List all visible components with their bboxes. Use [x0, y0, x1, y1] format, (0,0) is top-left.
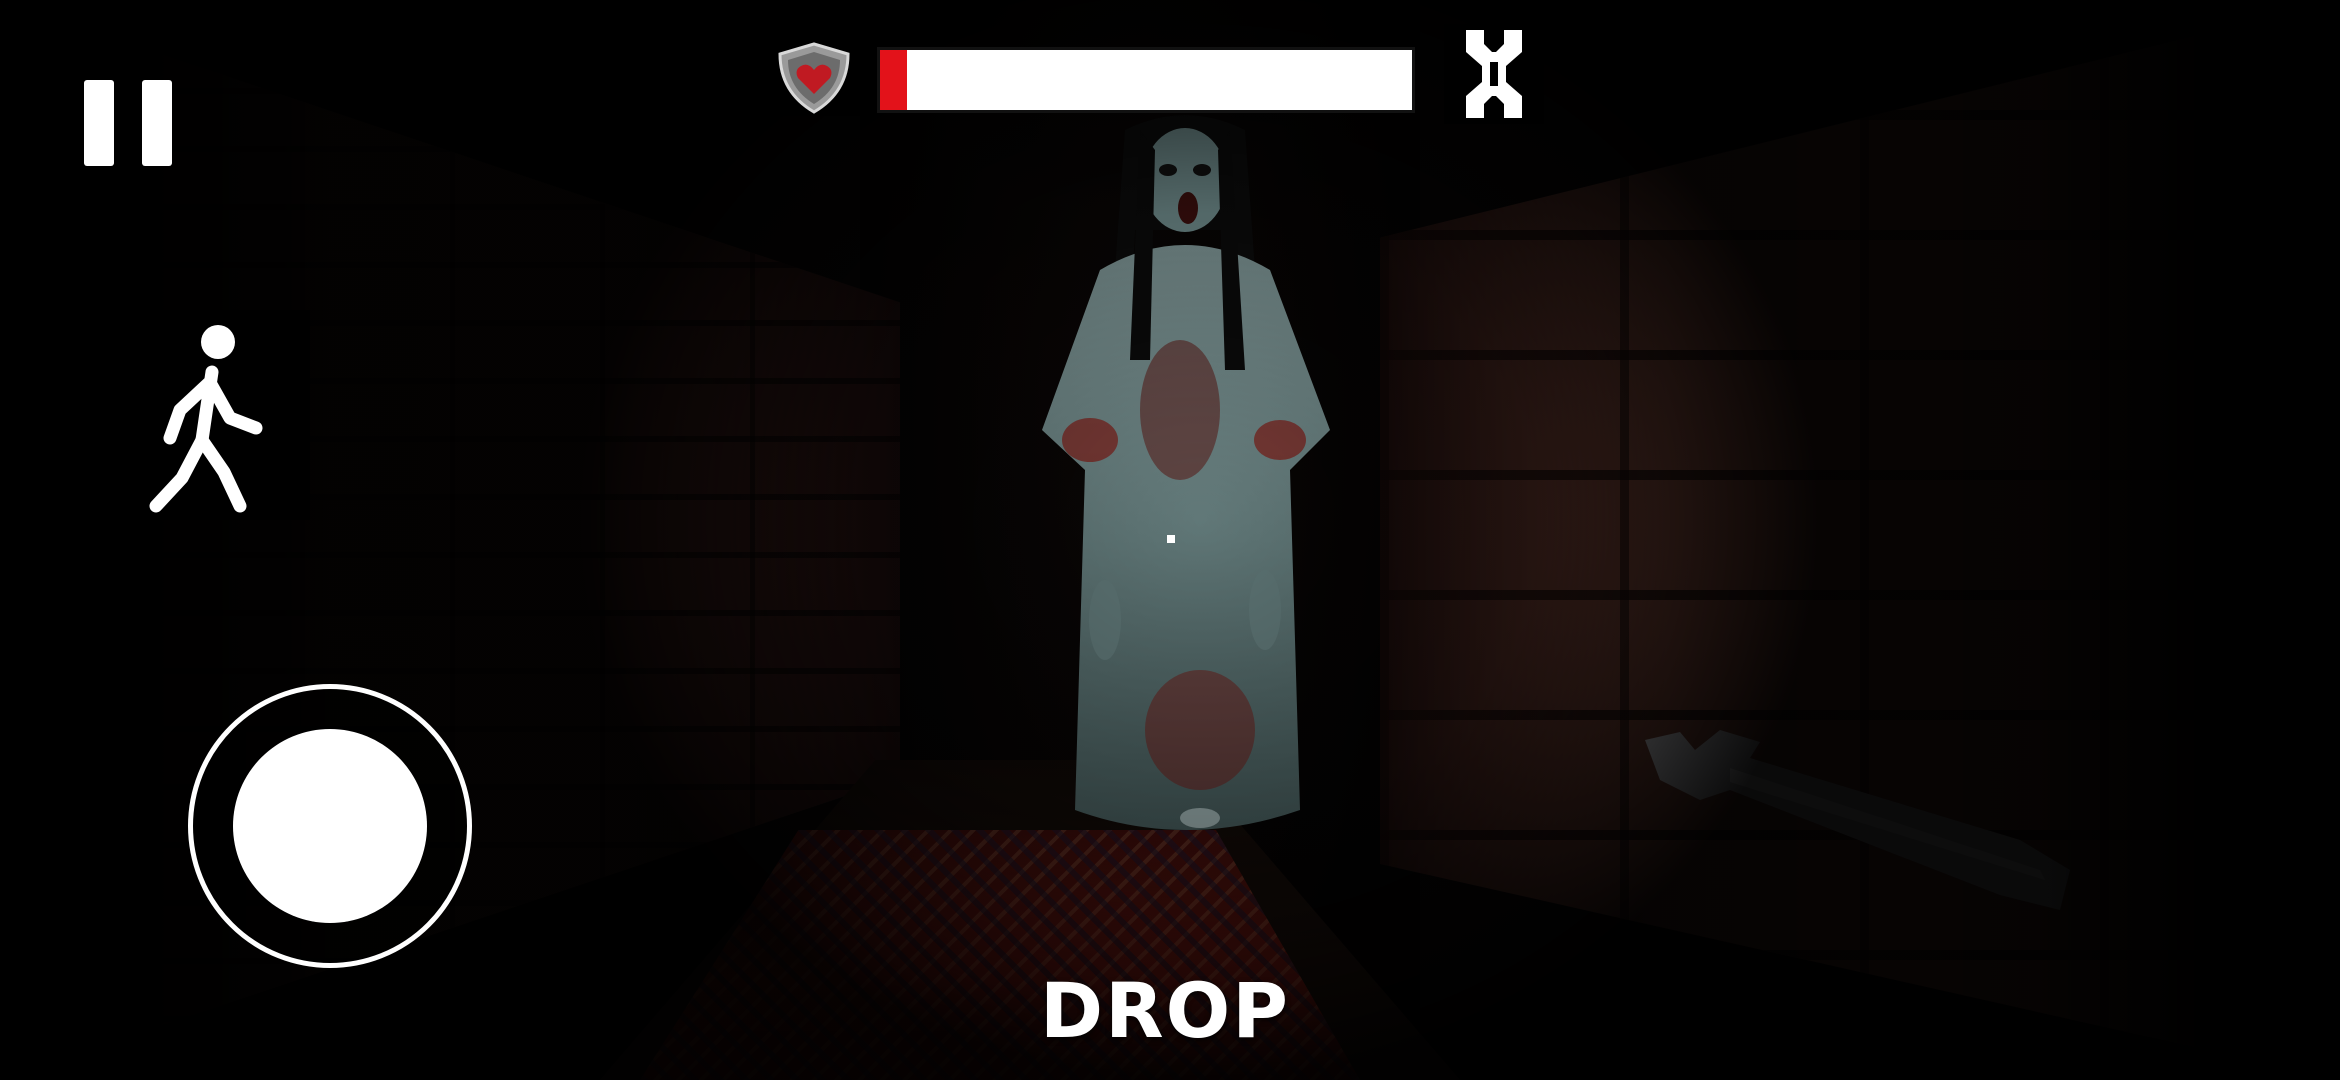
wrench-icon — [1466, 30, 1522, 118]
shadow-right — [2040, 0, 2340, 1080]
walk-icon — [149, 325, 263, 513]
drop-button[interactable]: DROP — [1010, 960, 1320, 1060]
movement-joystick[interactable] — [188, 684, 472, 968]
health-bar — [877, 47, 1415, 113]
held-wrench — [1645, 730, 2070, 910]
health-indicator — [768, 40, 860, 116]
shield-heart-icon — [778, 42, 850, 114]
walk-toggle-button[interactable] — [120, 310, 310, 520]
health-bar-fill — [880, 50, 907, 110]
pause-button[interactable] — [84, 80, 174, 166]
crosshair — [1167, 535, 1175, 543]
equipped-tool-slot[interactable] — [1444, 24, 1544, 124]
joystick-knob[interactable] — [233, 729, 427, 923]
ghost-girl-enemy — [1042, 115, 1330, 830]
